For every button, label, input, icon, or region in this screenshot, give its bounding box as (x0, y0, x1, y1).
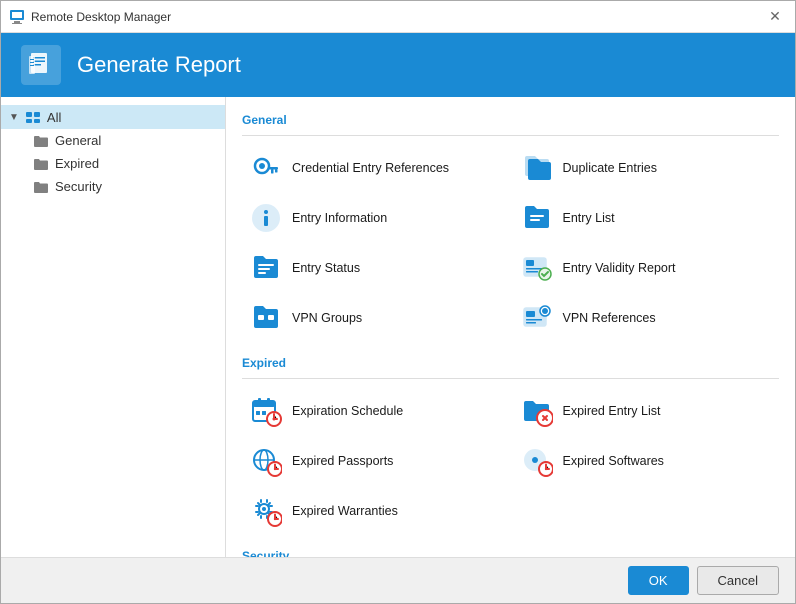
report-item-credential-label: Credential Entry References (292, 161, 449, 175)
main-content: ▼ All General (1, 97, 795, 557)
report-item-duplicate-label: Duplicate Entries (563, 161, 658, 175)
sidebar-item-all[interactable]: ▼ All (1, 105, 225, 129)
report-area[interactable]: General Credentia (226, 97, 795, 557)
cancel-button[interactable]: Cancel (697, 566, 779, 595)
header-title: Generate Report (77, 52, 241, 78)
report-item-entry-list-label: Entry List (563, 211, 615, 225)
titlebar-title: Remote Desktop Manager (31, 10, 171, 24)
report-icon (27, 51, 55, 79)
report-item-vpn-groups[interactable]: VPN Groups (242, 296, 509, 340)
folder-icon (33, 134, 49, 148)
sidebar-item-all-label: All (47, 110, 61, 125)
section-label-security: Security (242, 549, 779, 557)
titlebar-left: Remote Desktop Manager (9, 9, 171, 25)
ok-button[interactable]: OK (628, 566, 689, 595)
footer: OK Cancel (1, 557, 795, 603)
main-window: Remote Desktop Manager ✕ Generate Report (0, 0, 796, 604)
calendar-clock-icon (250, 395, 282, 427)
header-icon (21, 45, 61, 85)
vpn-groups-icon (250, 302, 282, 334)
report-item-entry-status-label: Entry Status (292, 261, 360, 275)
duplicate-icon (521, 152, 553, 184)
all-icon (25, 109, 41, 125)
folder-security-icon (33, 180, 49, 194)
report-item-vpn-ref-label: VPN References (563, 311, 656, 325)
report-item-expired-softwares[interactable]: Expired Softwares (513, 439, 780, 483)
report-item-entry-status[interactable]: Entry Status (242, 246, 509, 290)
globe-clock-icon (250, 445, 282, 477)
report-item-expired-entry-list[interactable]: Expired Entry List (513, 389, 780, 433)
report-item-entry-info-label: Entry Information (292, 211, 387, 225)
expand-arrow: ▼ (9, 112, 19, 123)
disk-clock-icon (521, 445, 553, 477)
entry-status-icon (250, 252, 282, 284)
report-item-vpn-references[interactable]: VPN References (513, 296, 780, 340)
report-item-entry-validity-label: Entry Validity Report (563, 261, 676, 275)
report-item-duplicate-entries[interactable]: Duplicate Entries (513, 146, 780, 190)
header: Generate Report (1, 33, 795, 97)
report-item-expiration-schedule-label: Expiration Schedule (292, 404, 403, 418)
close-button[interactable]: ✕ (763, 5, 787, 29)
report-item-expired-warranties-label: Expired Warranties (292, 504, 398, 518)
key-icon (250, 152, 282, 184)
entry-list-icon (521, 202, 553, 234)
general-items-grid: Credential Entry References Duplicate En… (242, 146, 779, 340)
report-item-expired-softwares-label: Expired Softwares (563, 454, 664, 468)
section-label-general: General (242, 113, 779, 127)
report-item-expired-passports-label: Expired Passports (292, 454, 393, 468)
sidebar-item-expired-label: Expired (55, 156, 99, 171)
sidebar-item-expired[interactable]: Expired (1, 152, 225, 175)
titlebar: Remote Desktop Manager ✕ (1, 1, 795, 33)
sidebar-item-general[interactable]: General (1, 129, 225, 152)
validity-icon (521, 252, 553, 284)
gear-clock-icon (250, 495, 282, 527)
section-divider-expired (242, 378, 779, 379)
report-item-expiration-schedule[interactable]: Expiration Schedule (242, 389, 509, 433)
sidebar-item-security-label: Security (55, 179, 102, 194)
sidebar-item-security[interactable]: Security (1, 175, 225, 198)
report-item-expired-passports[interactable]: Expired Passports (242, 439, 509, 483)
section-label-expired: Expired (242, 356, 779, 370)
vpn-ref-icon (521, 302, 553, 334)
sidebar: ▼ All General (1, 97, 226, 557)
section-divider-general (242, 135, 779, 136)
report-item-expired-warranties[interactable]: Expired Warranties (242, 489, 509, 533)
report-item-entry-list[interactable]: Entry List (513, 196, 780, 240)
info-icon (250, 202, 282, 234)
folder-expired-list-icon (521, 395, 553, 427)
report-item-entry-information[interactable]: Entry Information (242, 196, 509, 240)
app-icon (9, 9, 25, 25)
sidebar-item-general-label: General (55, 133, 101, 148)
report-item-credential-entry-refs[interactable]: Credential Entry References (242, 146, 509, 190)
folder-expired-icon (33, 157, 49, 171)
expired-items-grid: Expiration Schedule Expired Entry List (242, 389, 779, 533)
report-item-entry-validity[interactable]: Entry Validity Report (513, 246, 780, 290)
report-item-vpn-groups-label: VPN Groups (292, 311, 362, 325)
report-item-expired-entry-label: Expired Entry List (563, 404, 661, 418)
